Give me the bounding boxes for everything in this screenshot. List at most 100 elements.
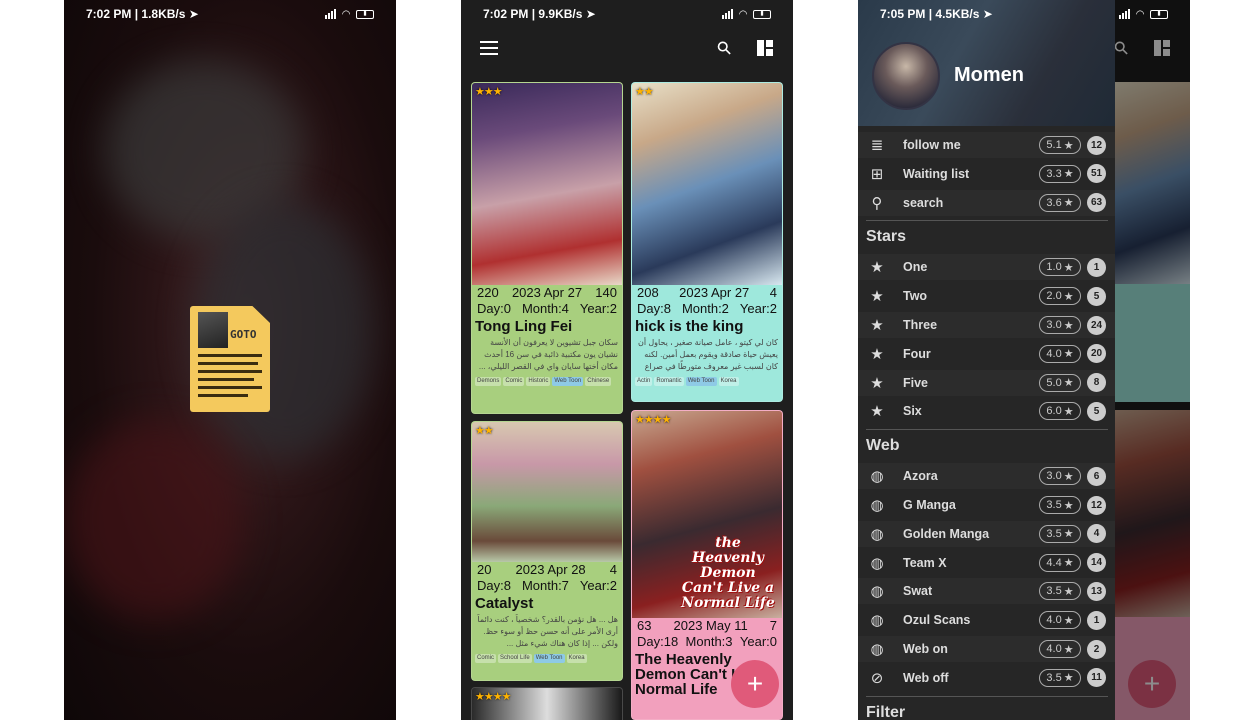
- drawer-item-label: Four: [903, 346, 931, 361]
- status-speed: 9.9KB/s: [538, 7, 583, 21]
- month: Month:3: [685, 634, 733, 649]
- drawer-item-follow-me[interactable]: ≣ follow me 5.1 ★ 12: [858, 132, 1115, 158]
- count-badge: 11: [1087, 668, 1106, 688]
- drawer-item-label: Waiting list: [903, 166, 970, 181]
- wifi-icon: ◠: [342, 8, 350, 20]
- day: Day:18: [637, 634, 679, 649]
- drawer-item-web-on[interactable]: ◍ Web on 4.0 ★ 2: [858, 636, 1115, 662]
- star-icon: ★: [1063, 528, 1074, 541]
- rating-value: 6.0: [1046, 405, 1062, 418]
- rating-value: 3.3: [1046, 167, 1062, 180]
- genre-tag[interactable]: Korea: [566, 654, 587, 663]
- plus-icon: +: [746, 668, 764, 699]
- cover-title-art: the Heavenly Demon Can't Live a Normal L…: [681, 535, 775, 611]
- globe-icon: ◍: [870, 525, 884, 543]
- rating-value: 1.0: [1046, 261, 1062, 274]
- rating-badge: 3.5 ★: [1039, 496, 1081, 514]
- doc-line: [198, 370, 262, 373]
- rating-badge: 2.0 ★: [1039, 287, 1081, 306]
- doc-line: [198, 378, 254, 381]
- app-bar: ⚲: [461, 28, 793, 68]
- drawer-item-ozul-scans[interactable]: ◍ Ozul Scans 4.0 ★ 1: [858, 607, 1115, 633]
- search-icon: ⚲: [712, 35, 737, 60]
- manga-card[interactable]: ★★ 20 2023 Apr 28 4 Day:8 Month:7 Year:2 Cat…: [471, 421, 623, 681]
- rating-value: 2.0: [1046, 290, 1062, 303]
- rating-badge: 4.0 ★: [1039, 611, 1081, 630]
- drawer-item-six[interactable]: ★ Six 6.0 ★ 5: [858, 398, 1115, 424]
- genre-tag[interactable]: Web Toon: [533, 654, 565, 663]
- status-time: 7:02 PM: [86, 7, 132, 21]
- star-icon: ★: [870, 403, 884, 421]
- count-badge: 24: [1087, 315, 1106, 335]
- genre-tag[interactable]: Korea: [718, 377, 739, 386]
- chapter-count: 20: [477, 562, 492, 577]
- drawer-item-golden-manga[interactable]: ◍ Golden Manga 3.5 ★ 4: [858, 520, 1115, 547]
- genre-tag[interactable]: Chinese: [585, 377, 612, 386]
- count-badge: 12: [1087, 135, 1106, 155]
- layout-icon: [757, 40, 773, 56]
- drawer-item-five[interactable]: ★ Five 5.0 ★ 8: [858, 369, 1115, 396]
- doc-line: [198, 354, 262, 357]
- manga-card[interactable]: ★★ 208 2023 Apr 27 4 Day:8 Month:2 Year:2 hi…: [631, 82, 783, 402]
- rating-value: 5.0: [1046, 376, 1062, 389]
- drawer-item-waiting-list[interactable]: ⊞ Waiting list 3.3 ★ 51: [858, 161, 1115, 187]
- drawer-item-label: Web off: [903, 670, 949, 685]
- rating-value: 4.4: [1046, 556, 1062, 569]
- manga-description: كان لي كيتو ، عامل صيانة صغير ، يحاول أن…: [638, 338, 778, 375]
- drawer-item-label: follow me: [903, 138, 961, 152]
- add-fab-button[interactable]: +: [731, 660, 779, 708]
- goto-app-icon[interactable]: GOTO: [190, 306, 270, 412]
- genre-tag[interactable]: Demons: [475, 377, 502, 386]
- globe-icon: ◍: [870, 497, 884, 514]
- genre-tag[interactable]: Comic: [475, 654, 497, 663]
- wifi-icon: ◠: [739, 8, 747, 20]
- year: Year:2: [739, 301, 777, 316]
- rating-value: 5.1: [1046, 139, 1062, 151]
- drawer-item-label: search: [903, 195, 944, 210]
- genre-tag[interactable]: Historic: [526, 377, 551, 386]
- drawer-item-label: Five: [903, 375, 929, 390]
- rating-badge: 4.0 ★: [1039, 344, 1081, 363]
- count-badge: 12: [1087, 495, 1106, 515]
- drawer-item-team-x[interactable]: ◍ Team X 4.4 ★ 14: [858, 550, 1115, 576]
- rating-badge: 4.4 ★: [1039, 553, 1081, 572]
- drawer-item-three[interactable]: ★ Three 3.0 ★ 24: [858, 312, 1115, 338]
- star-icon: ★: [1063, 139, 1074, 152]
- genre-tag[interactable]: Comic: [503, 377, 525, 386]
- drawer-item-swat[interactable]: ◍ Swat 3.5 ★ 13: [858, 578, 1115, 605]
- search-button[interactable]: ⚲: [713, 36, 737, 60]
- genre-tag[interactable]: Web Toon: [685, 377, 717, 386]
- signal-icon: [325, 9, 337, 19]
- count-badge: 1: [1087, 610, 1106, 630]
- drawer-item-one[interactable]: ★ One 1.0 ★ 1: [858, 254, 1115, 281]
- day: Day:0: [477, 301, 511, 316]
- star-icon: ★: [1063, 290, 1074, 303]
- drawer-item-web-off[interactable]: ⊘ Web off 3.5 ★ 11: [858, 665, 1115, 691]
- status-bar: 7:05 PM | 4.5KB/s ➤ ◠ ▮: [858, 0, 1190, 28]
- drawer-item-two[interactable]: ★ Two 2.0 ★ 5: [858, 283, 1115, 309]
- drawer-item-g-manga[interactable]: ◍ G Manga 3.5 ★ 12: [858, 492, 1115, 518]
- count-badge: 8: [1087, 373, 1106, 393]
- genre-tag[interactable]: Romantic: [654, 377, 684, 386]
- count-badge: 4: [1087, 524, 1106, 544]
- section-header: Filter: [866, 703, 906, 720]
- genre-tag[interactable]: Web Toon: [552, 377, 584, 386]
- layout-button[interactable]: [753, 36, 777, 60]
- drawer-item-four[interactable]: ★ Four 4.0 ★ 20: [858, 341, 1115, 367]
- drawer-item-azora[interactable]: ◍ Azora 3.0 ★ 6: [858, 463, 1115, 490]
- drawer-item-search[interactable]: ⚲ search 3.6 ★ 63: [858, 189, 1115, 216]
- count-badge: 1: [1087, 257, 1106, 277]
- doc-line: [198, 394, 248, 397]
- drawer-item-label: Six: [903, 404, 922, 419]
- genre-tag[interactable]: Actin: [635, 377, 653, 386]
- chapter-count: 220: [477, 285, 499, 300]
- cover-image: ★★★: [472, 83, 622, 285]
- menu-button[interactable]: [477, 36, 501, 60]
- star-icon: ★: [1063, 499, 1074, 512]
- manga-card[interactable]: ★★★★: [471, 687, 623, 720]
- manga-card[interactable]: ★★★ 220 2023 Apr 27 140 Day:0 Month:4 Year:2…: [471, 82, 623, 414]
- battery-icon: ▮: [1150, 9, 1168, 19]
- rating-stars: ★★: [475, 425, 494, 437]
- avatar[interactable]: [872, 42, 940, 110]
- genre-tag[interactable]: School Life: [498, 654, 532, 663]
